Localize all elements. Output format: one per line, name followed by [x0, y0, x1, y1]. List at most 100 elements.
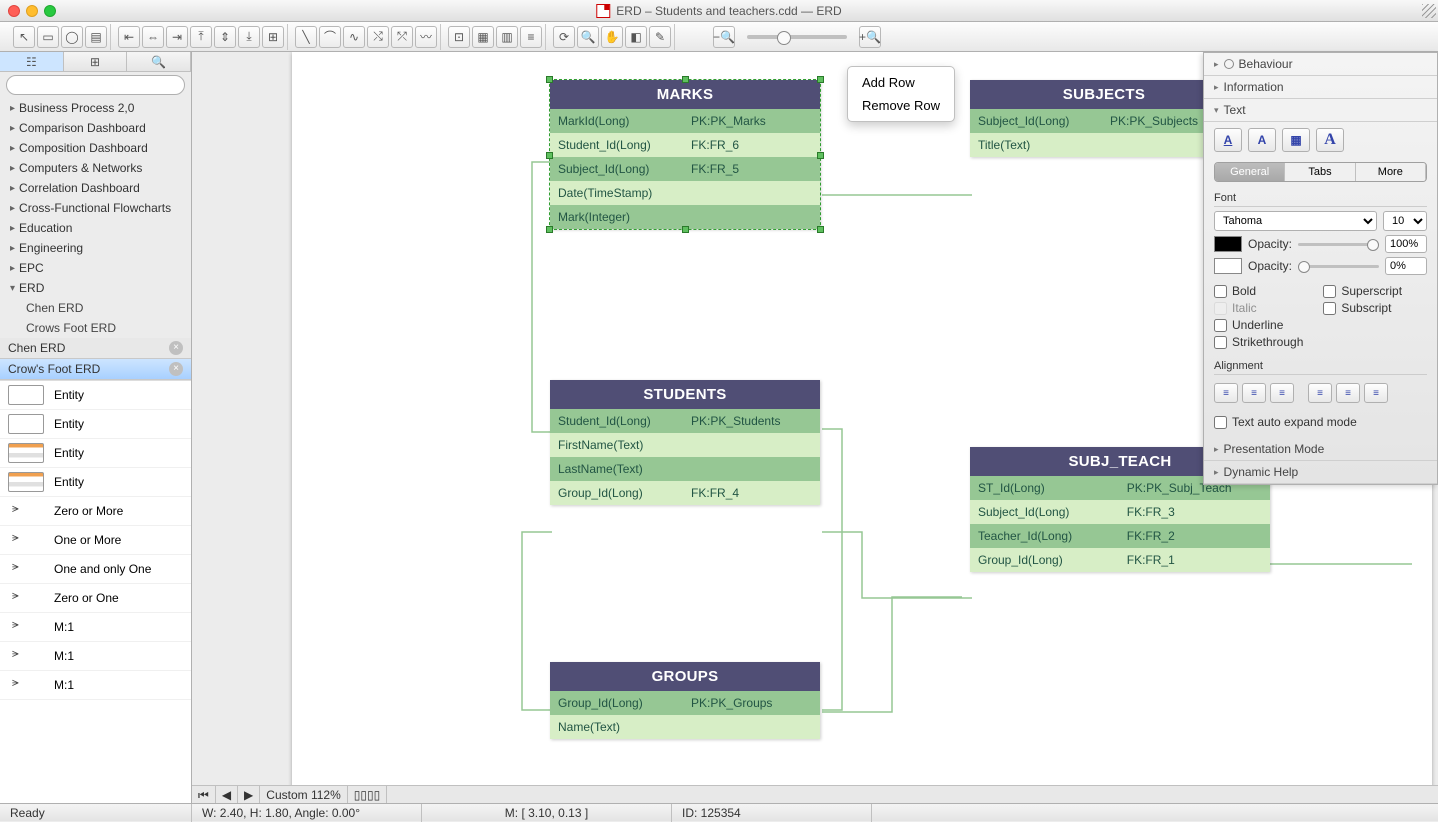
nav-next[interactable]: ▶ [238, 786, 260, 804]
tab-general[interactable]: General [1215, 163, 1285, 181]
tab-more[interactable]: More [1356, 163, 1426, 181]
shape-entity[interactable]: Entity [0, 439, 191, 468]
spline-tool[interactable]: 〰 [415, 26, 437, 48]
highlight-button[interactable]: A [1248, 128, 1276, 152]
shape-zero-or-more[interactable]: Zero or More [0, 497, 191, 526]
align-top-tool[interactable]: ⤒ [190, 26, 212, 48]
zoom-in-button[interactable]: +🔍 [859, 26, 881, 48]
library-tab-chen[interactable]: Chen ERD × [0, 338, 191, 359]
valign-middle-button[interactable]: ≡ [1336, 383, 1360, 403]
inspector-section-dynhelp[interactable]: Dynamic Help [1204, 461, 1437, 484]
entity-students[interactable]: STUDENTS Student_Id(Long)PK:PK_Students … [550, 380, 820, 505]
opacity-value[interactable] [1385, 235, 1427, 253]
zoom-button[interactable] [44, 5, 56, 17]
hand-tool[interactable]: ✋ [601, 26, 623, 48]
entity-groups[interactable]: GROUPS Group_Id(Long)PK:PK_Groups Name(T… [550, 662, 820, 739]
align-center-tool[interactable]: ⇔ [142, 26, 164, 48]
line-tool[interactable]: ╲ [295, 26, 317, 48]
align-left-tool[interactable]: ⇤ [118, 26, 140, 48]
zoom-slider[interactable] [747, 35, 847, 39]
crop-tool[interactable]: ◧ [625, 26, 647, 48]
selection-handle[interactable] [682, 226, 689, 233]
check-sub[interactable]: Subscript [1323, 301, 1402, 315]
selection-handle[interactable] [817, 76, 824, 83]
tree-item[interactable]: Comparison Dashboard [0, 118, 191, 138]
fill-swatch[interactable] [1214, 236, 1242, 252]
zoom-out-button[interactable]: −🔍 [713, 26, 735, 48]
opacity-slider[interactable] [1298, 243, 1379, 246]
check-underline[interactable]: Underline [1214, 318, 1303, 332]
inspector-section-presentation[interactable]: Presentation Mode [1204, 438, 1437, 461]
close-icon[interactable]: × [169, 362, 183, 376]
ctx-remove-row[interactable]: Remove Row [848, 94, 954, 117]
shape-entity[interactable]: Entity [0, 381, 191, 410]
tree-item[interactable]: Cross-Functional Flowcharts [0, 198, 191, 218]
align-left-button[interactable]: ≡ [1214, 383, 1238, 403]
check-autoexpand[interactable]: Text auto expand mode [1214, 415, 1427, 429]
zoom-tool[interactable]: 🔍 [577, 26, 599, 48]
selection-handle[interactable] [682, 76, 689, 83]
refresh-tool[interactable]: ⟳ [553, 26, 575, 48]
shape-one-or-more[interactable]: One or More [0, 526, 191, 555]
align-right-tool[interactable]: ⇥ [166, 26, 188, 48]
shape-m1[interactable]: M:1 [0, 642, 191, 671]
page-thumbs[interactable]: ▯▯▯▯ [348, 786, 387, 804]
sidebar-tab-grid[interactable]: ⊞ [64, 52, 128, 71]
text-color-button[interactable]: A [1214, 128, 1242, 152]
align-bottom-tool[interactable]: ⤓ [238, 26, 260, 48]
search-input[interactable] [6, 75, 185, 95]
tree-subitem[interactable]: Chen ERD [0, 298, 191, 318]
snap-tool[interactable]: ⊡ [448, 26, 470, 48]
size-select[interactable]: 10 [1383, 211, 1427, 231]
check-super[interactable]: Superscript [1323, 284, 1402, 298]
smart-connector-tool[interactable]: ⤱ [391, 26, 413, 48]
nav-prev[interactable]: ◀ [216, 786, 238, 804]
sidebar-tab-tree[interactable]: ☷ [0, 52, 64, 71]
check-bold[interactable]: Bold [1214, 284, 1303, 298]
rect-tool[interactable]: ▭ [37, 26, 59, 48]
curve-tool[interactable]: ∿ [343, 26, 365, 48]
selection-handle[interactable] [817, 152, 824, 159]
ctx-add-row[interactable]: Add Row [848, 71, 954, 94]
grid-tool[interactable]: ▦ [472, 26, 494, 48]
inspector-section-behaviour[interactable]: Behaviour [1204, 53, 1437, 76]
selection-handle[interactable] [546, 152, 553, 159]
check-strike[interactable]: Strikethrough [1214, 335, 1303, 349]
selection-handle[interactable] [817, 226, 824, 233]
selection-handle[interactable] [546, 226, 553, 233]
shape-zero-or-one[interactable]: Zero or One [0, 584, 191, 613]
selection-handle[interactable] [546, 76, 553, 83]
inspector-section-text[interactable]: Text [1204, 99, 1437, 122]
font-select[interactable]: Tahoma [1214, 211, 1377, 231]
nav-first[interactable]: ⏮ [192, 786, 216, 804]
text-tool[interactable]: ▤ [85, 26, 107, 48]
shape-entity[interactable]: Entity [0, 468, 191, 497]
close-icon[interactable]: × [169, 341, 183, 355]
background-button[interactable]: ▦ [1282, 128, 1310, 152]
valign-top-button[interactable]: ≡ [1308, 383, 1332, 403]
tree-item[interactable]: Business Process 2,0 [0, 98, 191, 118]
sidebar-tab-search[interactable]: 🔍 [127, 52, 191, 71]
align-middle-tool[interactable]: ⇕ [214, 26, 236, 48]
shape-one-only[interactable]: One and only One [0, 555, 191, 584]
pointer-tool[interactable]: ↖ [13, 26, 35, 48]
arc-tool[interactable]: ⌒ [319, 26, 341, 48]
tree-item-erd[interactable]: ERD [0, 278, 191, 298]
shape-entity[interactable]: Entity [0, 410, 191, 439]
zoom-display[interactable]: Custom 112% [260, 786, 347, 804]
valign-bottom-button[interactable]: ≡ [1364, 383, 1388, 403]
check-italic[interactable]: Italic [1214, 301, 1303, 315]
tree-item[interactable]: Correlation Dashboard [0, 178, 191, 198]
entity-marks[interactable]: MARKS MarkId(Long)PK:PK_Marks Student_Id… [550, 80, 820, 229]
tab-tabs[interactable]: Tabs [1285, 163, 1355, 181]
tree-item[interactable]: Education [0, 218, 191, 238]
distribute-tool[interactable]: ⊞ [262, 26, 284, 48]
tree-item[interactable]: Computers & Networks [0, 158, 191, 178]
stroke-swatch[interactable] [1214, 258, 1242, 274]
opacity-slider[interactable] [1298, 265, 1379, 268]
close-button[interactable] [8, 5, 20, 17]
tree-item[interactable]: Engineering [0, 238, 191, 258]
shape-m1[interactable]: M:1 [0, 613, 191, 642]
resize-handle-icon[interactable] [1422, 4, 1436, 18]
entity-subjects[interactable]: SUBJECTS Subject_Id(Long)PK:PK_Subjects … [970, 80, 1238, 157]
